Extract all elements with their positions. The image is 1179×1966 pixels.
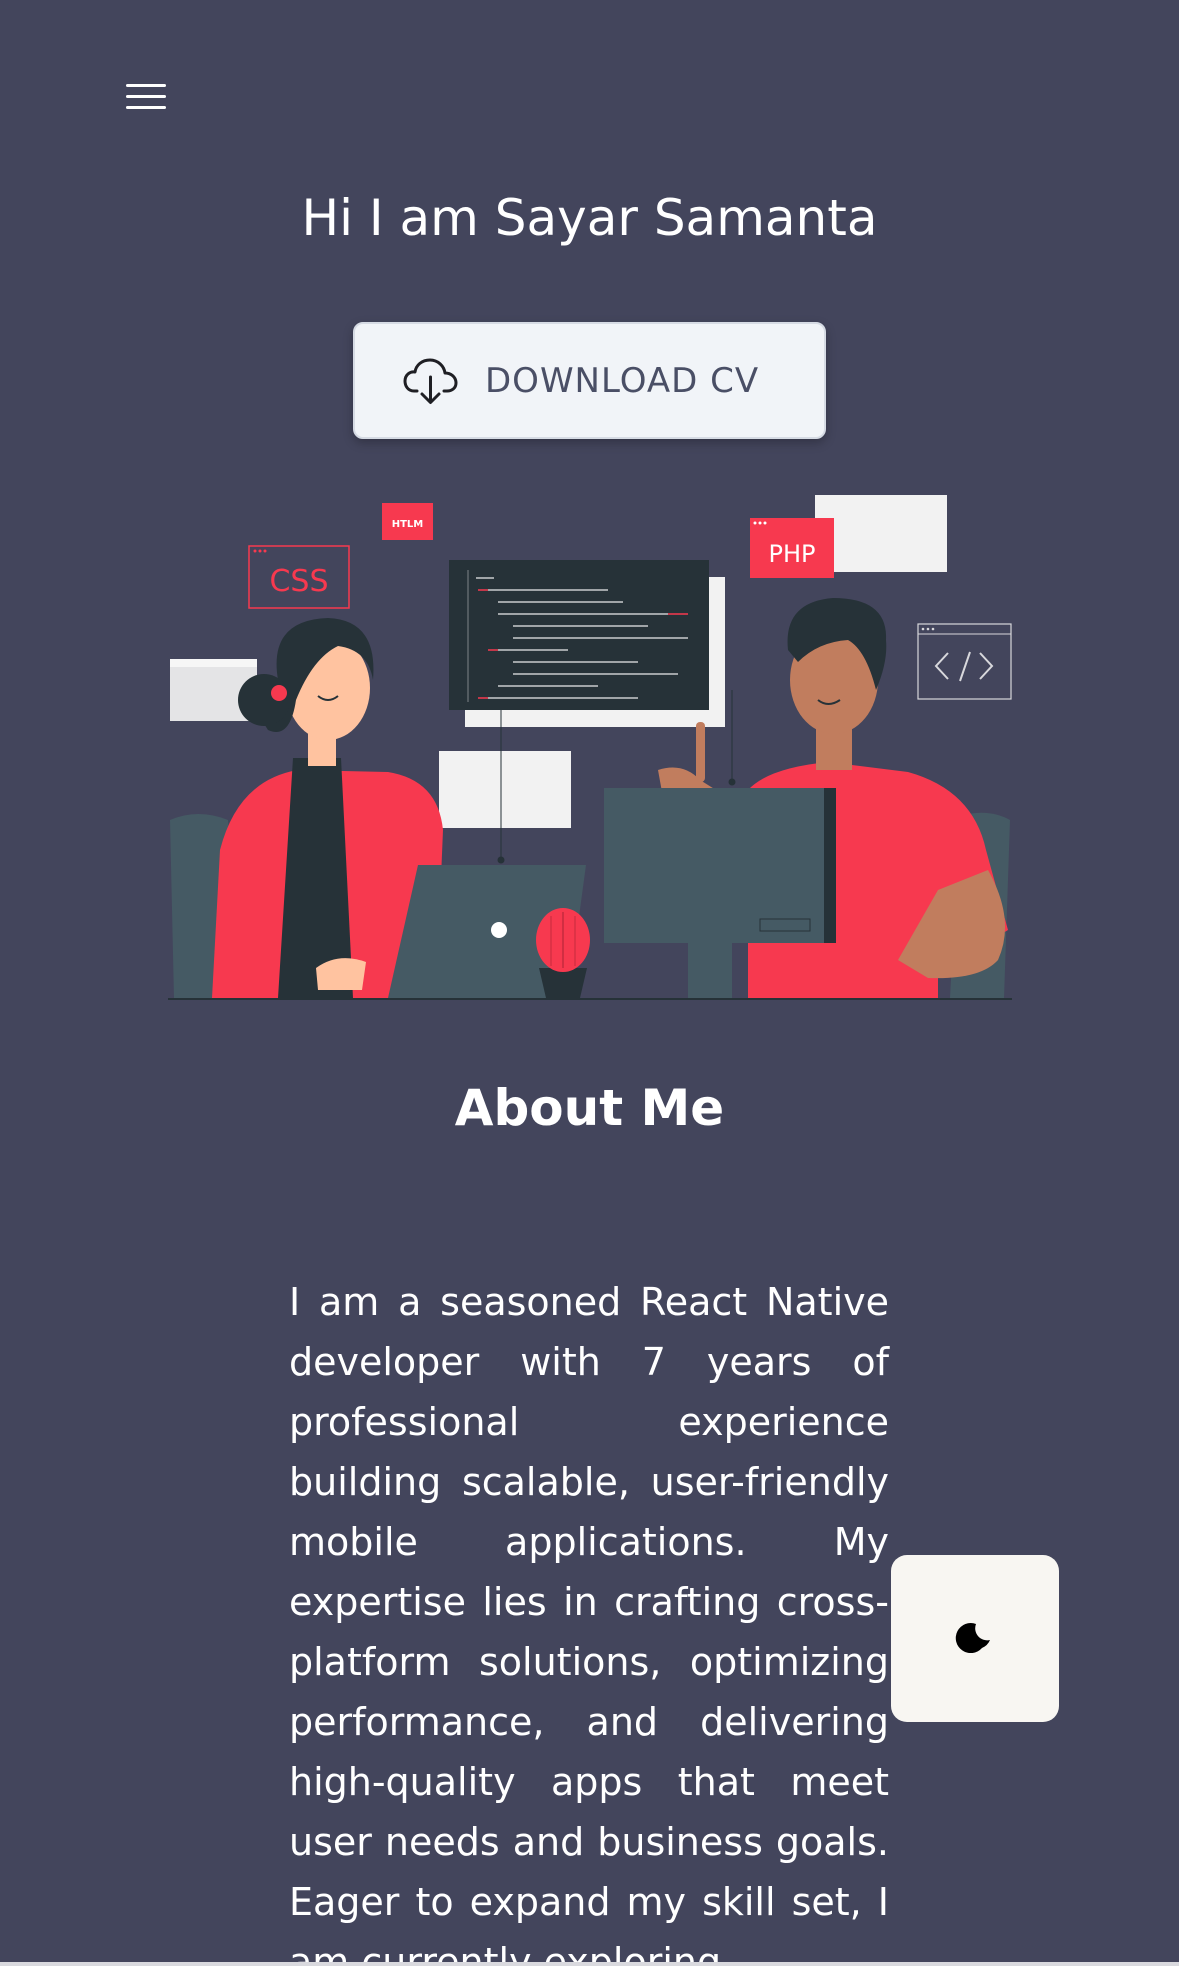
php-tag: PHP xyxy=(750,518,834,578)
bottom-divider xyxy=(0,1962,1179,1966)
cloud-download-icon xyxy=(403,358,458,404)
css-tag: CSS xyxy=(248,545,350,609)
hamburger-menu-icon[interactable] xyxy=(120,80,174,114)
htlm-tag: HTLM xyxy=(382,503,433,540)
developers-illustration: CSS HTLM PHP xyxy=(168,495,1012,1000)
about-me-title: About Me xyxy=(454,1079,725,1137)
about-me-body: I am a seasoned React Native developer w… xyxy=(289,1280,889,1966)
portfolio-page: Hi I am Sayar Samanta DOWNLOAD CV CSS HT… xyxy=(0,0,1179,1966)
php-label: PHP xyxy=(769,540,816,568)
download-cv-button[interactable]: DOWNLOAD CV xyxy=(353,322,826,439)
htlm-label: HTLM xyxy=(392,519,424,530)
code-brackets-icon xyxy=(917,623,1012,700)
css-label: CSS xyxy=(269,564,328,599)
theme-toggle-button[interactable] xyxy=(891,1555,1059,1722)
hero-title: Hi I am Sayar Samanta xyxy=(301,189,878,247)
download-cv-label: DOWNLOAD CV xyxy=(485,360,760,401)
moon-icon xyxy=(955,1622,990,1653)
